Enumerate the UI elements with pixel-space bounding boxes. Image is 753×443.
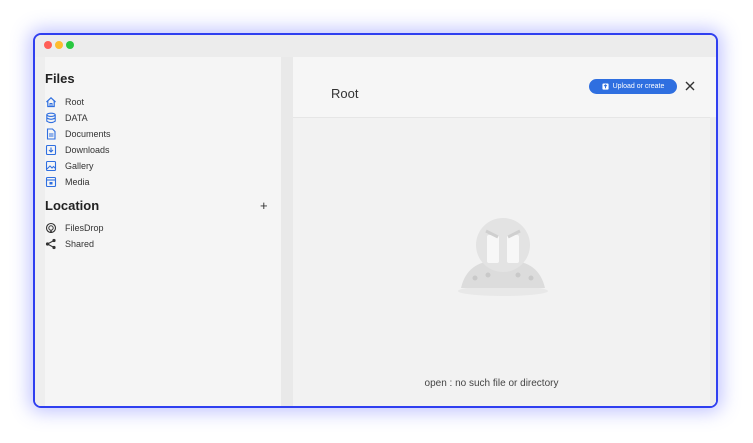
image-icon <box>45 160 57 172</box>
sidebar-item-label: Shared <box>65 239 95 249</box>
sidebar-item-downloads[interactable]: Downloads <box>45 143 110 157</box>
upload-or-create-button[interactable]: Upload or create <box>589 79 677 94</box>
location-section-title: Location <box>45 198 100 213</box>
sidebar-item-label: Gallery <box>65 161 94 171</box>
error-message: open : no such file or directory <box>424 378 559 389</box>
main-panel: Root Upload or create open: no such fil… <box>293 57 716 406</box>
media-icon <box>45 176 57 188</box>
sidebar-item-label: Downloads <box>65 145 110 155</box>
sidebar-item-label: Documents <box>65 129 111 139</box>
files-section-title: Files <box>45 71 75 86</box>
minimize-window-dot[interactable] <box>55 41 63 49</box>
scrollbar[interactable] <box>710 117 716 406</box>
title-bar <box>35 35 716 57</box>
sidebar-item-label: Media <box>65 177 90 187</box>
airdrop-icon <box>45 222 57 234</box>
sidebar-resize-handle[interactable] <box>281 57 293 406</box>
sidebar-item-data[interactable]: DATA <box>45 111 88 125</box>
app-window: Files Root DATA Documents Downloads Gall… <box>33 33 718 408</box>
upload-button-label: Upload or create <box>612 83 665 90</box>
empty-state-illustration <box>453 213 553 298</box>
breadcrumb[interactable]: Root <box>331 86 358 101</box>
sidebar-item-filesdrop[interactable]: FilesDrop <box>45 221 104 235</box>
download-icon <box>45 144 57 156</box>
database-icon <box>45 112 57 124</box>
sidebar-item-shared[interactable]: Shared <box>45 237 94 251</box>
sidebar-item-gallery[interactable]: Gallery <box>45 159 94 173</box>
main-header: Root Upload or create <box>293 57 716 118</box>
sidebar-item-label: DATA <box>65 113 88 123</box>
document-icon <box>45 128 57 140</box>
sidebar-item-root[interactable]: Root <box>45 95 84 109</box>
close-icon[interactable] <box>683 78 697 94</box>
sidebar-item-media[interactable]: Media <box>45 175 90 189</box>
file-list-area: open : no such file or directory <box>293 118 716 406</box>
add-location-button[interactable]: + <box>260 199 268 213</box>
share-icon <box>45 238 57 250</box>
sidebar: Files Root DATA Documents Downloads Gall… <box>35 57 281 406</box>
sidebar-item-label: Root <box>65 97 85 107</box>
close-window-dot[interactable] <box>44 41 52 49</box>
maximize-window-dot[interactable] <box>66 41 74 49</box>
sidebar-item-label: FilesDrop <box>65 223 104 233</box>
sidebar-item-documents[interactable]: Documents <box>45 127 111 141</box>
home-icon <box>45 96 57 108</box>
upload-icon <box>602 83 609 90</box>
